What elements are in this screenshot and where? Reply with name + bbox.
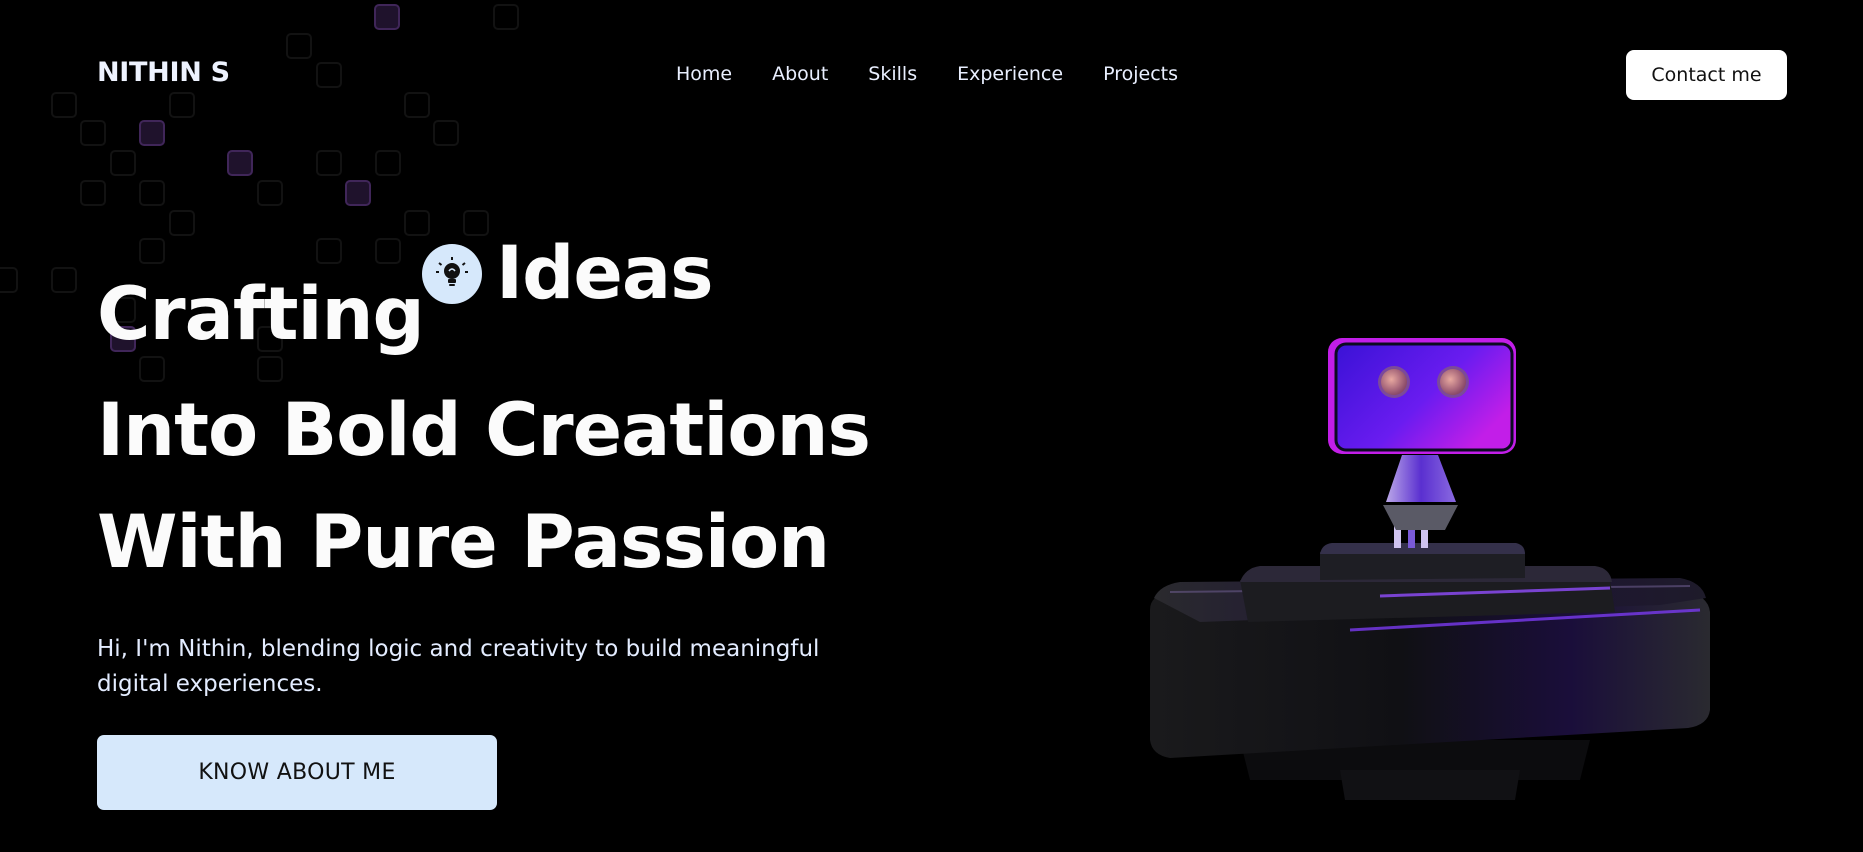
rotating-word-container: Ideas [422,240,713,310]
contact-button[interactable]: Contact me [1626,50,1787,100]
site-header: NITHIN S Home About Skills Experience Pr… [0,0,1863,150]
nav-item-experience[interactable]: Experience [957,63,1063,85]
nav-item-projects[interactable]: Projects [1103,63,1178,85]
nav-item-about[interactable]: About [772,63,828,85]
hero-subtitle: Hi, I'm Nithin, blending logic and creat… [97,636,820,697]
page: NITHIN S Home About Skills Experience Pr… [0,0,1863,852]
main-nav: Home About Skills Experience Projects [676,63,1218,85]
rotating-word: Ideas [496,240,713,310]
nav-item-home[interactable]: Home [676,63,732,85]
lightbulb-icon [422,243,482,304]
hero-line-2: Into Bold Creations [97,388,871,473]
site-logo[interactable]: NITHIN S [97,57,230,88]
nav-item-skills[interactable]: Skills [868,63,917,85]
hero-line-1: Crafting [97,272,425,357]
know-about-me-button[interactable]: KNOW ABOUT ME [97,735,497,810]
hero-line-3: With Pure Passion [97,500,830,585]
robot-illustration [1150,338,1710,800]
